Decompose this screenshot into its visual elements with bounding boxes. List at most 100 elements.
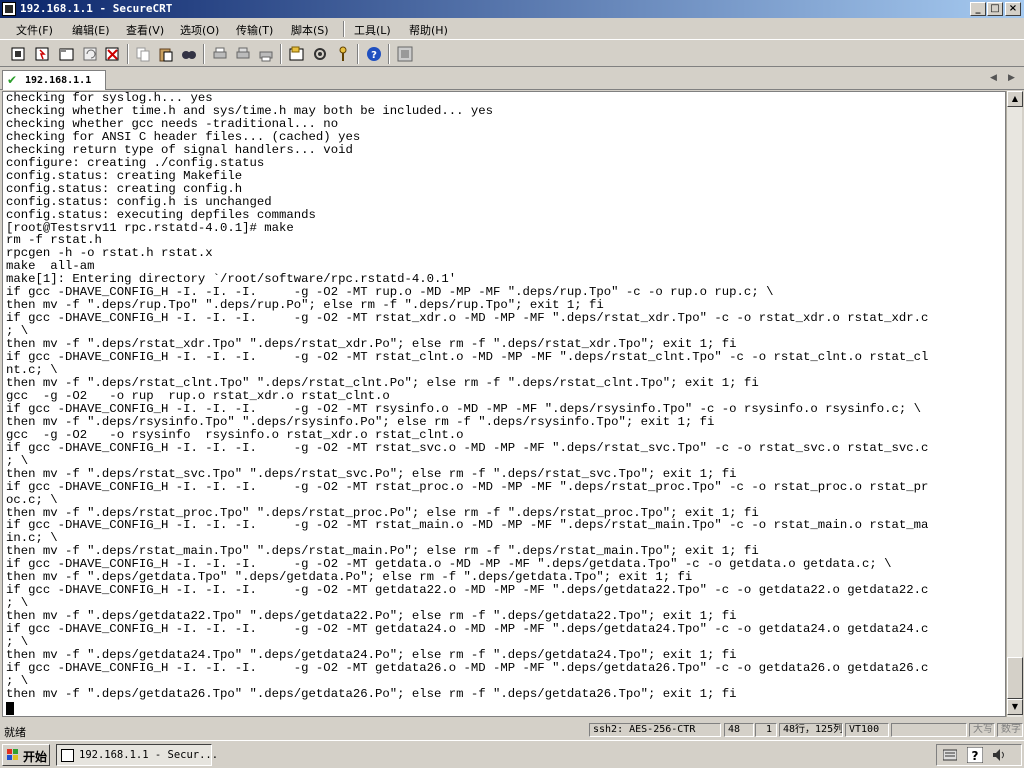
terminal-line: if gcc -DHAVE_CONFIG_H -I. -I. -I. -g -O… [6, 350, 929, 365]
scrollbar-thumb[interactable] [1007, 657, 1023, 699]
terminal-line: if gcc -DHAVE_CONFIG_H -I. -I. -I. -g -O… [6, 660, 929, 675]
terminal-lines: checking for syslog.h... yes checking whe… [6, 92, 928, 701]
menu-bar: 文件(F) 编辑(E) 查看(V) 选项(O) 传输(T) 脚本(S) 工具(L… [0, 18, 1024, 40]
toolbar-separator [127, 44, 129, 64]
terminal-cursor [6, 702, 14, 715]
terminal-line: then mv -f ".deps/rsysinfo.Tpo" ".deps/r… [6, 414, 715, 429]
terminal-line: if gcc -DHAVE_CONFIG_H -I. -I. -I. -g -O… [6, 479, 929, 494]
status-ready-text: 就绪 [4, 726, 26, 739]
about-icon[interactable] [396, 45, 414, 63]
terminal-line: then mv -f ".deps/rstat_clnt.Tpo" ".deps… [6, 375, 759, 390]
terminal-line: if gcc -DHAVE_CONFIG_H -I. -I. -I. -g -O… [6, 518, 929, 533]
find-icon[interactable] [180, 45, 198, 63]
svg-text:?: ? [371, 50, 377, 61]
key-icon[interactable] [334, 45, 352, 63]
terminal-line: if gcc -DHAVE_CONFIG_H -I. -I. -I. -g -O… [6, 440, 929, 455]
windows-flag-icon [7, 749, 18, 760]
terminal-line: then mv -f ".deps/getdata24.Tpo" ".deps/… [6, 647, 737, 662]
status-col: 1 [755, 723, 777, 737]
volume-icon[interactable] [991, 747, 1007, 763]
terminal-line: config.status: creating config.h [6, 181, 243, 196]
toolbar-separator [280, 44, 282, 64]
title-bar[interactable]: 192.168.1.1 - SecureCRT _ □ × [0, 0, 1024, 18]
copy-icon[interactable] [134, 45, 152, 63]
terminal-line: then mv -f ".deps/rstat_svc.Tpo" ".deps/… [6, 466, 737, 481]
print-selection-icon[interactable] [234, 45, 252, 63]
system-tray: ? [936, 744, 1022, 766]
window-title: 192.168.1.1 - SecureCRT [20, 2, 173, 15]
terminal-line: if gcc -DHAVE_CONFIG_H -I. -I. -I. -g -O… [6, 583, 929, 598]
tab-scroll-left-icon[interactable]: ◀ [990, 73, 997, 83]
help-icon[interactable]: ? [365, 45, 383, 63]
terminal-line: then mv -f ".deps/getdata26.Tpo" ".deps/… [6, 686, 737, 701]
menu-view[interactable]: 查看(V) [126, 22, 164, 38]
session-options-icon[interactable] [288, 45, 306, 63]
print-icon[interactable] [211, 45, 229, 63]
terminal-line: [root@Testsrv11 rpc.rstatd-4.0.1]# make [6, 220, 294, 235]
windows-taskbar: 开始 192.168.1.1 - Secur... ? [0, 740, 1024, 768]
taskbar-button-label: 192.168.1.1 - Secur... [79, 749, 219, 761]
terminal-line: checking whether time.h and sys/time.h m… [6, 103, 494, 118]
disconnect-icon[interactable] [104, 45, 122, 63]
start-button[interactable]: 开始 [2, 744, 50, 766]
keyboard-icon[interactable] [943, 749, 957, 761]
terminal-line: gcc -g -O2 -o rsysinfo rsysinfo.o rstat_… [6, 427, 464, 442]
help-tray-icon[interactable]: ? [967, 747, 983, 763]
terminal-line: checking return type of signal handlers.… [6, 142, 353, 157]
terminal-line: checking for ANSI C header files... (cac… [6, 129, 361, 144]
tab-scroll-right-icon[interactable]: ▶ [1008, 73, 1015, 83]
tab-session[interactable]: ✔ 192.168.1.1 [2, 70, 106, 90]
status-caps: 大写 [969, 723, 995, 737]
status-num: 数字 [997, 723, 1023, 737]
toolbar: ? [0, 41, 1024, 67]
menu-script[interactable]: 脚本(S) [291, 22, 329, 38]
session-tab-bar: ✔ 192.168.1.1 ◀ ▶ [0, 68, 1024, 90]
menu-transfer[interactable]: 传输(T) [236, 22, 273, 38]
tab-label: 192.168.1.1 [25, 75, 92, 86]
terminal-line: if gcc -DHAVE_CONFIG_H -I. -I. -I. -g -O… [6, 311, 929, 326]
status-cipher: ssh2: AES-256-CTR [589, 723, 721, 737]
menu-edit[interactable]: 编辑(E) [72, 22, 110, 38]
menu-separator [343, 21, 345, 37]
menu-help[interactable]: 帮助(H) [409, 22, 448, 38]
menu-file[interactable]: 文件(F) [16, 22, 53, 38]
menu-tools[interactable]: 工具(L) [354, 22, 391, 38]
print-screen-icon[interactable] [257, 45, 275, 63]
svg-text:?: ? [972, 749, 979, 763]
terminal-line: oc.c; \ [6, 492, 58, 507]
minimize-button[interactable]: _ [970, 2, 986, 16]
securecrt-app-icon[interactable] [2, 2, 16, 16]
scroll-up-icon[interactable]: ▲ [1007, 91, 1023, 107]
terminal-output[interactable]: checking for syslog.h... yes checking whe… [2, 91, 1006, 717]
connect-icon[interactable] [10, 45, 28, 63]
terminal-line: if gcc -DHAVE_CONFIG_H -I. -I. -I. -g -O… [6, 401, 922, 416]
vertical-scrollbar[interactable]: ▲ ▼ [1006, 91, 1023, 717]
scroll-down-icon[interactable]: ▼ [1007, 699, 1023, 715]
check-icon: ✔ [7, 73, 18, 87]
reconnect-icon[interactable] [82, 45, 100, 63]
terminal-line: ; \ [6, 453, 29, 468]
global-options-icon[interactable] [311, 45, 329, 63]
status-blank [891, 723, 967, 737]
status-bar: 就绪 ssh2: AES-256-CTR 48 1 48行，125列 VT100… [0, 720, 1024, 740]
quick-connect-icon[interactable] [34, 45, 52, 63]
close-button[interactable]: × [1005, 2, 1021, 16]
terminal-line: if gcc -DHAVE_CONFIG_H -I. -I. -I. -g -O… [6, 622, 929, 637]
connect-in-tab-icon[interactable] [58, 45, 76, 63]
status-size: 48行，125列 [779, 723, 843, 737]
terminal-line: checking whether gcc needs -traditional.… [6, 116, 339, 131]
securecrt-task-icon [61, 749, 74, 762]
toolbar-separator [357, 44, 359, 64]
maximize-button[interactable]: □ [987, 2, 1003, 16]
toolbar-separator [388, 44, 390, 64]
terminal-line: checking for syslog.h... yes [6, 91, 213, 105]
terminal-line: rpcgen -h -o rstat.h rstat.x [6, 246, 213, 261]
paste-icon[interactable] [157, 45, 175, 63]
terminal-line: gcc -g -O2 -o rup rup.o rstat_xdr.o rsta… [6, 388, 390, 403]
toolbar-separator [203, 44, 205, 64]
taskbar-securecrt-button[interactable]: 192.168.1.1 - Secur... [56, 744, 218, 766]
menu-options[interactable]: 选项(O) [180, 22, 219, 38]
terminal-line: config.status: config.h is unchanged [6, 194, 272, 209]
terminal-line: config.status: creating Makefile [6, 168, 243, 183]
terminal-line: ; \ [6, 673, 29, 688]
